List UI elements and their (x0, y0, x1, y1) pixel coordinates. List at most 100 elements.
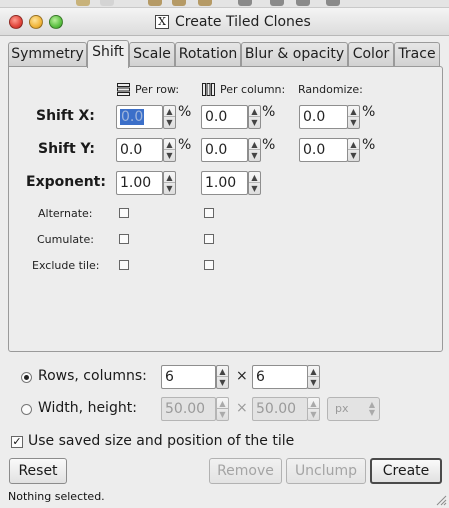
spin-arrows[interactable]: ▲ ▼ (248, 171, 261, 195)
columns-spinbox[interactable]: 6 ▲ ▼ (252, 365, 321, 389)
unclump-button[interactable]: Unclump (286, 458, 366, 484)
exclude-tile-row-checkbox[interactable] (119, 260, 129, 270)
increment-arrow-icon[interactable]: ▲ (164, 139, 175, 150)
spin-arrows[interactable]: ▲ ▼ (163, 138, 176, 162)
decrement-arrow-icon[interactable]: ▼ (249, 183, 260, 194)
shift-x-column-field[interactable]: 0.0 (201, 105, 248, 129)
decrement-arrow-icon[interactable]: ▼ (249, 117, 260, 128)
increment-arrow-icon[interactable]: ▲ (217, 366, 228, 377)
rows-spinbox[interactable]: 6 ▲ ▼ (161, 365, 229, 389)
exponent-row-spinbox[interactable]: 1.00 ▲ ▼ (116, 171, 176, 195)
decrement-arrow-icon[interactable]: ▼ (348, 150, 359, 161)
increment-arrow-icon[interactable]: ▲ (308, 366, 319, 377)
increment-arrow-icon[interactable]: ▲ (249, 139, 260, 150)
increment-arrow-icon[interactable]: ▲ (249, 106, 260, 117)
exponent-row-field[interactable]: 1.00 (116, 171, 163, 195)
tab-rotation[interactable]: Rotation (175, 42, 241, 66)
shift-x-random-field[interactable]: 0.0 (299, 105, 348, 129)
spin-arrows[interactable]: ▲ ▼ (347, 105, 360, 129)
minimize-window-button[interactable] (29, 15, 43, 29)
shift-y-column-spinbox[interactable]: 0.0 ▲ ▼ (201, 138, 261, 162)
increment-arrow-icon[interactable]: ▲ (249, 172, 260, 183)
updown-arrows-icon: ▲ ▼ (368, 400, 375, 417)
times-sign: × (236, 400, 248, 416)
close-window-button[interactable] (9, 15, 23, 29)
shift-x-column-spinbox[interactable]: 0.0 ▲ ▼ (201, 105, 261, 129)
window-title: Create Tiled Clones (175, 14, 311, 30)
shift-y-random-field[interactable]: 0.0 (299, 138, 348, 162)
decrement-arrow-icon[interactable]: ▼ (348, 117, 359, 128)
remove-button[interactable]: Remove (209, 458, 282, 484)
increment-arrow-icon[interactable]: ▲ (348, 106, 359, 117)
toolbar-icon (148, 0, 162, 6)
tab-color[interactable]: Color (348, 42, 394, 66)
shift-y-random-spinbox[interactable]: 0.0 ▲ ▼ (299, 138, 361, 162)
width-field: 50.00 (161, 397, 216, 421)
toolbar-icon (198, 0, 212, 6)
columns-field[interactable]: 6 (252, 365, 308, 389)
reset-button[interactable]: Reset (9, 458, 67, 484)
shift-x-row-field[interactable]: 0.0 (116, 105, 163, 129)
alternate-column-checkbox[interactable] (204, 208, 214, 218)
maximize-window-button[interactable] (49, 15, 63, 29)
percent-sign: % (178, 137, 192, 153)
toolbar-icon (296, 0, 310, 6)
decrement-arrow-icon[interactable]: ▼ (164, 183, 175, 194)
tab-shift[interactable]: Shift (87, 40, 129, 68)
tab-symmetry[interactable]: Symmetry (8, 42, 87, 66)
resize-grip-icon[interactable] (435, 494, 447, 506)
per-column-icon (202, 83, 215, 96)
increment-arrow-icon: ▲ (217, 398, 228, 409)
unit-value: px (335, 402, 349, 415)
percent-sign: % (178, 104, 192, 120)
spin-arrows[interactable]: ▲ ▼ (347, 138, 360, 162)
tab-blur-opacity[interactable]: Blur & opacity (241, 42, 348, 66)
alternate-row-checkbox[interactable] (119, 208, 129, 218)
spin-arrows[interactable]: ▲ ▼ (307, 365, 320, 389)
per-row-header: Per row: (135, 83, 180, 96)
shift-y-column-field[interactable]: 0.0 (201, 138, 248, 162)
shift-x-row-spinbox[interactable]: 0.0 ▲ ▼ (116, 105, 178, 129)
x11-app-icon: X (155, 15, 169, 29)
increment-arrow-icon[interactable]: ▲ (348, 139, 359, 150)
width-height-radio[interactable] (21, 404, 32, 415)
cumulate-label: Cumulate: (37, 233, 94, 246)
cumulate-row-checkbox[interactable] (119, 234, 129, 244)
tab-scale[interactable]: Scale (129, 42, 175, 66)
use-saved-checkbox[interactable]: ✓ (11, 436, 23, 448)
spin-arrows[interactable]: ▲ ▼ (163, 105, 176, 129)
shift-y-row-spinbox[interactable]: 0.0 ▲ ▼ (116, 138, 176, 162)
exclude-tile-label: Exclude tile: (32, 259, 100, 272)
rows-field[interactable]: 6 (161, 365, 216, 389)
rows-columns-radio[interactable] (21, 372, 32, 383)
spin-arrows[interactable]: ▲ ▼ (163, 171, 176, 195)
spin-arrows[interactable]: ▲ ▼ (248, 105, 261, 129)
decrement-arrow-icon[interactable]: ▼ (308, 377, 319, 388)
exponent-column-field[interactable]: 1.00 (201, 171, 248, 195)
spin-arrows[interactable]: ▲ ▼ (216, 365, 229, 389)
toolbar-icon (238, 0, 252, 6)
decrement-arrow-icon[interactable]: ▼ (164, 150, 175, 161)
shift-y-row-field[interactable]: 0.0 (116, 138, 163, 162)
exclude-tile-column-checkbox[interactable] (204, 260, 214, 270)
status-text: Nothing selected. (8, 490, 105, 503)
per-row-icon (117, 83, 130, 96)
exponent-column-spinbox[interactable]: 1.00 ▲ ▼ (201, 171, 261, 195)
create-button[interactable]: Create (370, 458, 442, 484)
title-bar[interactable]: X Create Tiled Clones (0, 8, 449, 36)
tab-trace[interactable]: Trace (394, 42, 440, 66)
toolbar-icon (100, 0, 114, 6)
decrement-arrow-icon[interactable]: ▼ (217, 377, 228, 388)
decrement-arrow-icon[interactable]: ▼ (249, 150, 260, 161)
cumulate-column-checkbox[interactable] (204, 234, 214, 244)
spin-arrows: ▲ ▼ (216, 397, 229, 421)
decrement-arrow-icon[interactable]: ▼ (164, 117, 175, 128)
toolbar-icon (326, 0, 340, 6)
use-saved-label: Use saved size and position of the tile (28, 433, 295, 449)
spin-arrows[interactable]: ▲ ▼ (248, 138, 261, 162)
increment-arrow-icon[interactable]: ▲ (164, 106, 175, 117)
percent-sign: % (362, 104, 376, 120)
increment-arrow-icon[interactable]: ▲ (164, 172, 175, 183)
shift-x-random-spinbox[interactable]: 0.0 ▲ ▼ (299, 105, 361, 129)
tab-label: Symmetry (11, 46, 84, 62)
